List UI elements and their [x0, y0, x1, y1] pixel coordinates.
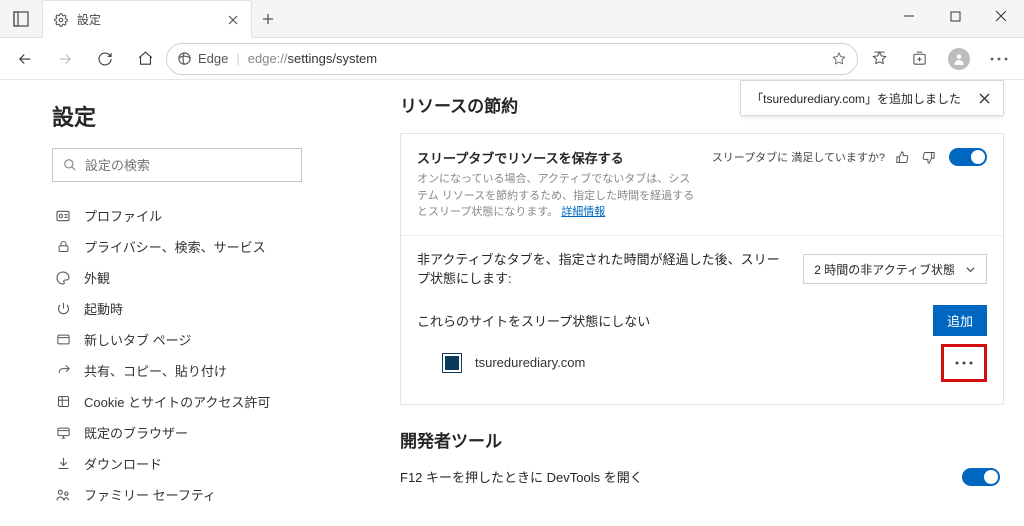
browser-tab-settings[interactable]: 設定	[42, 0, 252, 38]
power-icon	[54, 300, 72, 318]
sidebar-item-privacy[interactable]: プライバシー、検索、サービス	[52, 231, 316, 262]
forward-button[interactable]	[46, 43, 84, 75]
palette-icon	[54, 269, 72, 287]
thumbs-down-icon[interactable]	[919, 148, 937, 166]
page-title: 設定	[52, 100, 316, 132]
tab-title: 設定	[77, 11, 215, 28]
avatar-icon	[948, 48, 970, 70]
app-menu-icon[interactable]	[0, 0, 42, 38]
sidebar-item-cookies[interactable]: Cookie とサイトのアクセス許可	[52, 386, 316, 417]
nav-label: 起動時	[84, 299, 123, 318]
edge-icon: Edge	[177, 51, 228, 66]
site-domain: tsuredurediary.com	[475, 355, 927, 370]
edge-label: Edge	[198, 51, 228, 66]
sleep-tabs-title: スリープタブでリソースを保存する	[417, 148, 700, 167]
window-close-button[interactable]	[978, 0, 1024, 32]
nav-label: ファミリー セーフティ	[84, 485, 216, 504]
browser-icon	[54, 424, 72, 442]
sidebar-item-profile[interactable]: プロファイル	[52, 200, 316, 231]
collections-button[interactable]	[900, 43, 938, 75]
newtab-icon	[54, 331, 72, 349]
f12-toggle[interactable]	[962, 468, 1000, 486]
resource-saving-card: スリープタブでリソースを保存する オンになっている場合、アクティブでないタブは、…	[400, 133, 1004, 405]
sidebar-item-appearance[interactable]: 外観	[52, 262, 316, 293]
thumbs-up-icon[interactable]	[893, 148, 911, 166]
feedback-question: スリープタブに 満足していますか?	[712, 149, 885, 165]
more-menu-button[interactable]	[980, 43, 1018, 75]
search-icon	[63, 158, 77, 172]
settings-search[interactable]	[52, 148, 302, 182]
cookie-icon	[54, 393, 72, 411]
section-title-devtools: 開発者ツール	[400, 427, 1004, 452]
download-icon	[54, 455, 72, 473]
nav-label: Cookie とサイトのアクセス許可	[84, 392, 270, 411]
add-site-button[interactable]: 追加	[933, 305, 987, 336]
gear-icon	[53, 12, 69, 28]
sidebar-item-newtab[interactable]: 新しいタブ ページ	[52, 324, 316, 355]
nav-label: 共有、コピー、貼り付け	[84, 361, 227, 380]
f12-label: F12 キーを押したときに DevTools を開く	[400, 468, 950, 488]
family-icon	[54, 486, 72, 504]
sleep-tabs-toggle[interactable]	[949, 148, 987, 166]
address-bar[interactable]: Edge | edge://settings/system	[166, 43, 858, 75]
refresh-button[interactable]	[86, 43, 124, 75]
exclude-label: これらのサイトをスリープ状態にしない	[417, 311, 921, 330]
url-text: edge://settings/system	[248, 51, 377, 66]
notification-close-button[interactable]	[975, 89, 993, 107]
nav-label: 新しいタブ ページ	[84, 330, 191, 349]
site-more-button[interactable]	[947, 350, 981, 376]
profile-button[interactable]	[940, 43, 978, 75]
site-favicon	[443, 354, 461, 372]
favorites-button[interactable]	[860, 43, 898, 75]
sidebar-item-default-browser[interactable]: 既定のブラウザー	[52, 417, 316, 448]
addr-divider: |	[236, 51, 239, 66]
sidebar-item-share[interactable]: 共有、コピー、貼り付け	[52, 355, 316, 386]
sidebar-item-downloads[interactable]: ダウンロード	[52, 448, 316, 479]
back-button[interactable]	[6, 43, 44, 75]
favorite-star-icon[interactable]	[831, 51, 847, 67]
notification-toast: 「tsuredurediary.com」を追加しました	[740, 80, 1004, 116]
sidebar-item-family[interactable]: ファミリー セーフティ	[52, 479, 316, 510]
profile-icon	[54, 207, 72, 225]
tab-close-icon[interactable]	[223, 10, 243, 30]
new-tab-button[interactable]	[252, 0, 284, 38]
inactivity-label: 非アクティブなタブを、指定された時間が経過した後、スリープ状態にします:	[417, 250, 791, 289]
lock-icon	[54, 238, 72, 256]
window-maximize-button[interactable]	[932, 0, 978, 32]
excluded-site-row: tsuredurediary.com	[417, 336, 987, 390]
nav-label: 既定のブラウザー	[84, 423, 188, 442]
share-icon	[54, 362, 72, 380]
nav-label: プロファイル	[84, 206, 162, 225]
notification-text: 「tsuredurediary.com」を追加しました	[751, 90, 961, 107]
window-minimize-button[interactable]	[886, 0, 932, 32]
sidebar-item-startup[interactable]: 起動時	[52, 293, 316, 324]
sleep-tabs-desc: オンになっている場合、アクティブでないタブは、システム リソースを節約するため、…	[417, 171, 697, 221]
select-value: 2 時間の非アクティブ状態	[814, 261, 955, 278]
more-info-link[interactable]: 詳細情報	[561, 206, 605, 218]
inactivity-select[interactable]: 2 時間の非アクティブ状態	[803, 254, 987, 284]
highlight-frame	[941, 344, 987, 382]
chevron-down-icon	[965, 264, 976, 275]
search-input[interactable]	[85, 158, 291, 173]
nav-label: プライバシー、検索、サービス	[84, 237, 266, 256]
nav-label: 外観	[84, 268, 110, 287]
home-button[interactable]	[126, 43, 164, 75]
nav-label: ダウンロード	[84, 454, 162, 473]
